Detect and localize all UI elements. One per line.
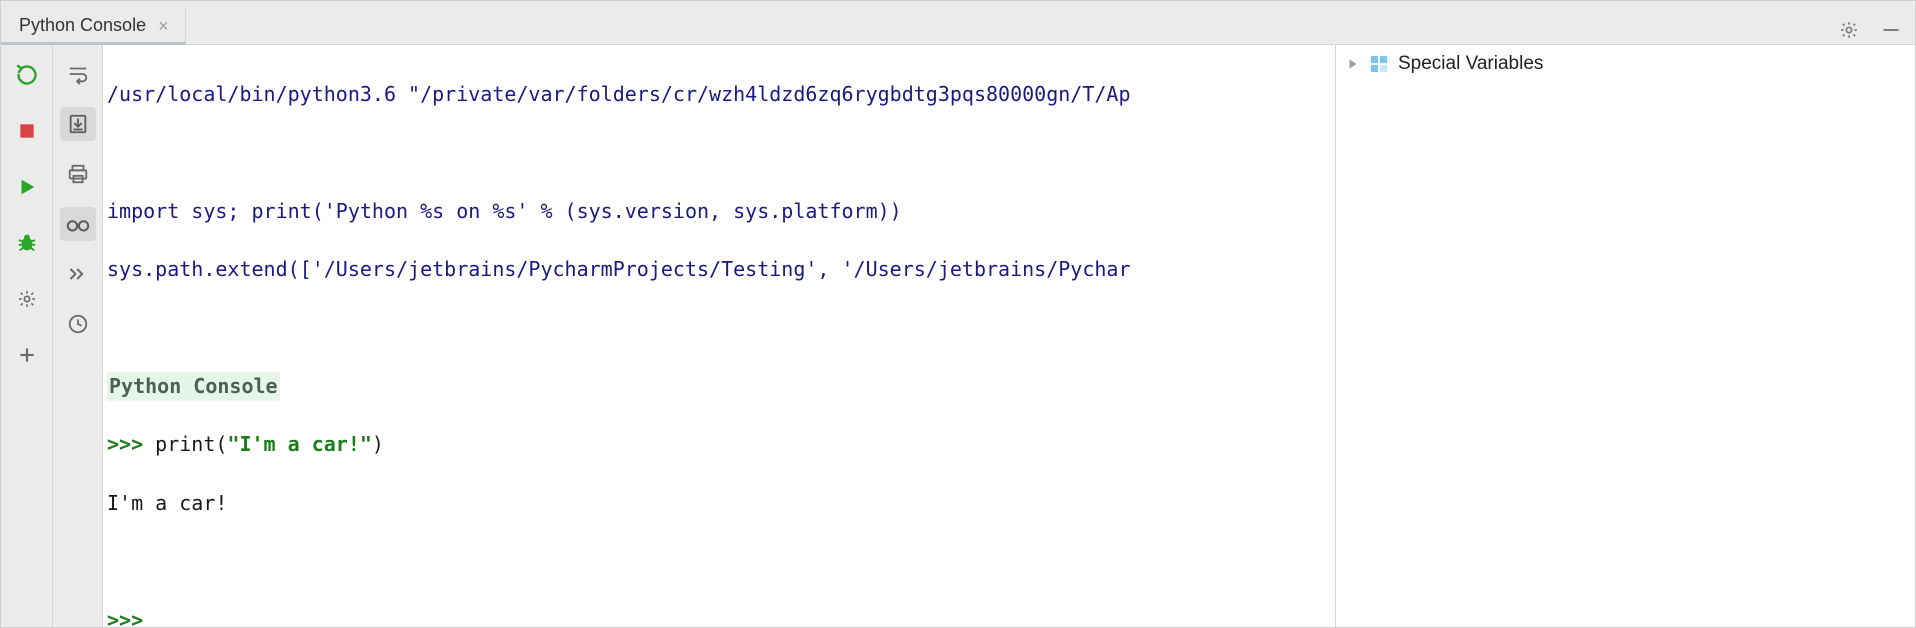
run-actions-column <box>1 45 53 627</box>
titlebar-actions <box>1825 16 1915 44</box>
variables-group-icon <box>1370 55 1388 73</box>
glasses-icon <box>65 213 91 235</box>
minimize-icon <box>1881 20 1901 40</box>
toolwindow-titlebar: Python Console × <box>1 1 1915 45</box>
console-banner-text: Python Console <box>107 372 280 401</box>
console-tools-column <box>53 45 103 627</box>
toolwindow-body: /usr/local/bin/python3.6 "/private/var/f… <box>1 45 1915 627</box>
history-button[interactable] <box>60 307 96 341</box>
hide-button[interactable] <box>1877 16 1905 44</box>
settings-button[interactable] <box>1835 16 1863 44</box>
console-input-line: >>> print("I'm a car!") <box>103 430 1335 459</box>
plus-icon <box>17 345 37 365</box>
show-variables-button[interactable] <box>60 207 96 241</box>
soft-wrap-button[interactable] <box>60 57 96 91</box>
scroll-to-end-button[interactable] <box>60 107 96 141</box>
play-icon <box>16 176 38 198</box>
printer-icon <box>66 163 90 185</box>
stmt-part: ) <box>372 432 384 456</box>
console-blank <box>103 139 1335 168</box>
rerun-icon <box>15 63 39 87</box>
scroll-end-icon <box>66 113 90 135</box>
debug-button[interactable] <box>9 227 45 259</box>
stop-icon <box>17 121 37 141</box>
stmt-part: print( <box>155 432 227 456</box>
console-line: import sys; print('Python %s on %s' % (s… <box>103 197 1335 226</box>
close-tab-icon[interactable]: × <box>156 17 171 35</box>
show-command-queue-button[interactable] <box>60 257 96 291</box>
console-settings-button[interactable] <box>9 283 45 315</box>
expand-triangle-icon[interactable] <box>1346 57 1360 71</box>
prompt: >>> <box>107 432 155 456</box>
variables-panel: Special Variables <box>1335 45 1915 627</box>
console-blank <box>103 547 1335 576</box>
gear-icon <box>17 289 37 309</box>
variables-special-row[interactable]: Special Variables <box>1346 53 1905 75</box>
console-banner: Python Console <box>103 372 1335 401</box>
console-blank <box>103 314 1335 343</box>
stmt-string: "I'm a car!" <box>227 432 372 456</box>
console-text: /usr/local/bin/python3.6 "/private/var/f… <box>103 45 1335 627</box>
variables-header-label: Special Variables <box>1398 53 1543 75</box>
new-console-button[interactable] <box>9 339 45 371</box>
stop-button[interactable] <box>9 115 45 147</box>
console-output-line: I'm a car! <box>103 489 1335 518</box>
python-console-toolwindow: Python Console × <box>0 0 1916 628</box>
gear-icon <box>1839 20 1859 40</box>
console-output[interactable]: /usr/local/bin/python3.6 "/private/var/f… <box>103 45 1335 627</box>
double-chevron-icon <box>66 264 90 284</box>
tab-python-console[interactable]: Python Console × <box>1 9 186 45</box>
history-icon <box>67 313 89 335</box>
bug-icon <box>16 232 38 254</box>
soft-wrap-icon <box>66 63 90 85</box>
prompt: >>> <box>107 608 155 627</box>
console-line: /usr/local/bin/python3.6 "/private/var/f… <box>103 80 1335 109</box>
console-line: sys.path.extend(['/Users/jetbrains/Pycha… <box>103 255 1335 284</box>
tab-label: Python Console <box>19 15 146 36</box>
rerun-button[interactable] <box>9 59 45 91</box>
console-prompt-line[interactable]: >>> <box>103 606 1335 627</box>
print-button[interactable] <box>60 157 96 191</box>
run-button[interactable] <box>9 171 45 203</box>
